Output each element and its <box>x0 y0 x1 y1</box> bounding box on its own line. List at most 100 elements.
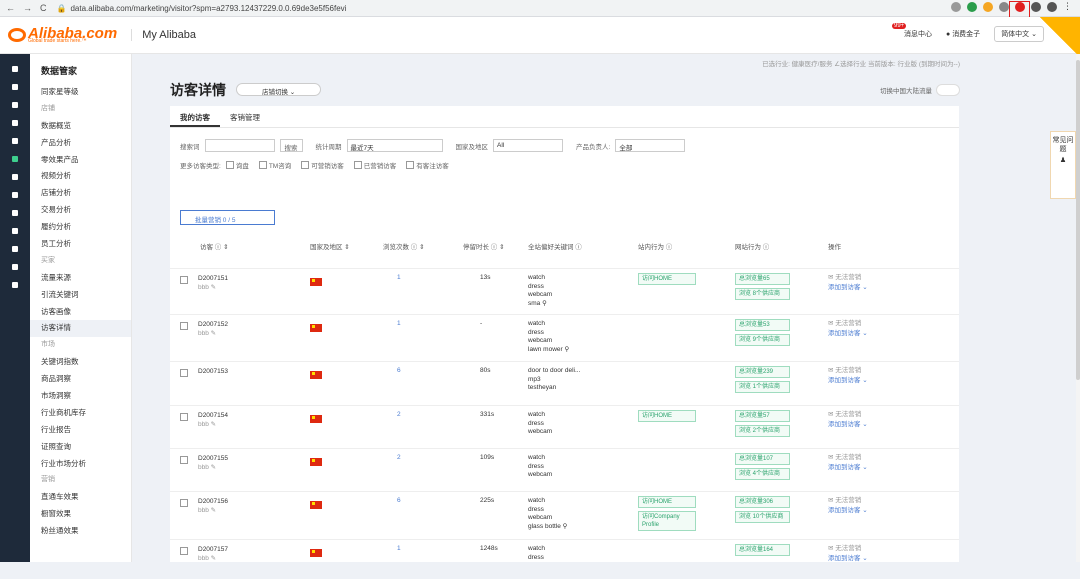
sidebar-item[interactable]: 引流关键词 <box>30 287 131 304</box>
visit-count[interactable]: 1 <box>397 545 401 552</box>
sidebar-item[interactable]: 行业市场分析 <box>30 456 131 473</box>
sidebar-item[interactable]: 行业商机库存 <box>30 405 131 422</box>
shop-icon[interactable] <box>12 120 18 126</box>
sidebar-item[interactable]: 关键词指数 <box>30 354 131 371</box>
address-bar[interactable]: 🔒 data.alibaba.com/marketing/visitor?spm=… <box>57 4 347 13</box>
checkbox-icon[interactable] <box>225 161 234 169</box>
page-heading[interactable]: My Alibaba <box>131 29 196 41</box>
sidebar-item[interactable]: 店铺分析 <box>30 185 131 202</box>
sidebar-item[interactable]: 数据概览 <box>30 118 131 135</box>
finance-icon[interactable] <box>12 210 18 216</box>
column-header[interactable]: 全站偏好关键词 ⓘ <box>528 241 582 251</box>
visitor-note[interactable]: bbb ✎ <box>198 329 228 338</box>
menu-icon[interactable]: ⋮ <box>1063 1 1072 12</box>
bank-icon[interactable] <box>12 264 18 270</box>
back-icon[interactable]: ← <box>6 3 15 13</box>
language-select[interactable]: 简体中文 ⌄ <box>994 26 1044 42</box>
row-checkbox[interactable] <box>180 322 188 330</box>
marketing-icon[interactable] <box>12 192 18 198</box>
product-icon[interactable] <box>12 84 18 90</box>
row-checkbox[interactable] <box>180 369 188 377</box>
visitor-note[interactable]: bbb ✎ <box>198 463 228 472</box>
promo-corner[interactable] <box>1040 17 1080 57</box>
breadcrumb[interactable]: 已选行业: 健康医疗/服务 ∠选择行业 当前版本: 行业版 (到期时间为--) <box>762 58 960 68</box>
sidebar-item[interactable]: 证照查询 <box>30 439 131 456</box>
puzzle-icon[interactable] <box>1031 1 1041 12</box>
search-button[interactable]: 搜索 <box>279 139 303 152</box>
add-to-visitor-link[interactable]: 添加到访客 ⌄ <box>828 376 868 386</box>
checkbox-icon[interactable] <box>353 161 362 169</box>
sidebar-item[interactable]: 流量来源 <box>30 270 131 287</box>
row-checkbox[interactable] <box>180 456 188 464</box>
add-to-visitor-link[interactable]: 添加到访客 ⌄ <box>828 463 868 473</box>
scrollbar[interactable] <box>1076 54 1080 562</box>
sidebar-item[interactable]: 访客画像 <box>30 304 131 321</box>
sidebar-item[interactable]: 访客详情 <box>30 320 131 338</box>
sidebar-item[interactable]: 商品洞察 <box>30 371 131 388</box>
sidebar-item[interactable]: 直通车效果 <box>30 489 131 506</box>
visit-count[interactable]: 1 <box>397 274 401 281</box>
sidebar-item[interactable]: 零效果产品 <box>30 152 131 169</box>
faq-button[interactable]: 常见问题 ♟ <box>1050 131 1076 199</box>
order-icon[interactable] <box>12 102 18 108</box>
sidebar-item[interactable]: 行业报告 <box>30 422 131 439</box>
font-icon[interactable] <box>12 282 18 288</box>
shop-switch-select[interactable]: 店铺切换 ⌄ <box>236 83 321 96</box>
column-header[interactable]: 国家及地区 ⇕ <box>310 241 350 251</box>
column-header[interactable]: 访客 ⓘ ⇕ <box>200 241 229 251</box>
sidebar-item[interactable]: 同家星等级 <box>30 84 131 101</box>
settings-icon[interactable] <box>12 228 18 234</box>
visit-count[interactable]: 2 <box>397 411 401 418</box>
column-header[interactable]: 浏览次数 ⓘ ⇕ <box>383 241 425 251</box>
row-checkbox[interactable] <box>180 547 188 555</box>
column-header[interactable]: 站内行为 ⓘ <box>638 241 672 251</box>
extension-icon[interactable] <box>967 1 977 12</box>
visitor-id[interactable]: D2007154 bbb ✎ <box>198 411 228 429</box>
column-header[interactable]: 操作 <box>828 241 841 251</box>
visitor-type-checkbox[interactable]: 有客注访客 <box>406 160 449 170</box>
sidebar-item[interactable]: 员工分析 <box>30 236 131 253</box>
visitor-id[interactable]: D2007153 <box>198 367 228 376</box>
message-center-link[interactable]: 99+ 消息中心 <box>888 23 932 39</box>
tab-sales-management[interactable]: 客销管理 <box>220 106 270 127</box>
checkbox-icon[interactable] <box>258 161 267 169</box>
data-icon[interactable] <box>12 156 18 162</box>
row-checkbox[interactable] <box>180 413 188 421</box>
reload-icon[interactable]: C <box>40 3 47 13</box>
sidebar-item[interactable]: 交易分析 <box>30 202 131 219</box>
column-header[interactable]: 停留时长 ⓘ ⇕ <box>463 241 505 251</box>
owner-select[interactable]: 全部 <box>615 139 686 152</box>
tab-my-visitors[interactable]: 我的访客 <box>170 106 220 127</box>
visit-count[interactable]: 6 <box>397 367 401 374</box>
add-to-visitor-link[interactable]: 添加到访客 ⌄ <box>828 506 868 516</box>
region-select[interactable]: All <box>493 139 563 152</box>
visitor-type-checkbox[interactable]: 可营销访客 <box>301 160 344 170</box>
visitor-note[interactable]: bbb ✎ <box>198 506 228 515</box>
home-icon[interactable] <box>12 66 18 72</box>
user-icon[interactable] <box>12 246 18 252</box>
extension-icon[interactable] <box>999 1 1009 12</box>
row-checkbox[interactable] <box>180 276 188 284</box>
visitor-type-checkbox[interactable]: 已营销访客 <box>353 160 396 170</box>
period-select[interactable]: 最近7天 <box>346 139 443 152</box>
visit-count[interactable]: 1 <box>397 320 401 327</box>
star-icon[interactable] <box>951 1 961 12</box>
customer-icon[interactable] <box>12 174 18 180</box>
column-header[interactable]: 网站行为 ⓘ <box>735 241 769 251</box>
visitor-id[interactable]: D2007152 bbb ✎ <box>198 320 228 338</box>
visitor-type-checkbox[interactable]: 询盘 <box>225 160 249 170</box>
search-input[interactable] <box>204 139 275 152</box>
forward-icon[interactable]: → <box>23 3 32 13</box>
sidebar-item[interactable]: 粉丝通效果 <box>30 523 131 540</box>
visit-count[interactable]: 2 <box>397 454 401 461</box>
visitor-type-checkbox[interactable]: TM咨询 <box>258 160 291 170</box>
trade-link[interactable]: ● 消费金子 <box>946 29 980 39</box>
sidebar-item[interactable]: 市场洞察 <box>30 388 131 405</box>
logo[interactable]: Alibaba.com Global trade starts here.™ <box>8 26 117 44</box>
visitor-id[interactable]: D2007151 bbb ✎ <box>198 274 228 292</box>
visit-count[interactable]: 6 <box>397 497 401 504</box>
sidebar-item[interactable]: 履约分析 <box>30 219 131 236</box>
sidebar-item[interactable]: 产品分析 <box>30 135 131 152</box>
scrollbar-thumb[interactable] <box>1076 60 1080 380</box>
batch-marketing-button[interactable]: 批量营销 0 / 5 <box>180 210 275 225</box>
